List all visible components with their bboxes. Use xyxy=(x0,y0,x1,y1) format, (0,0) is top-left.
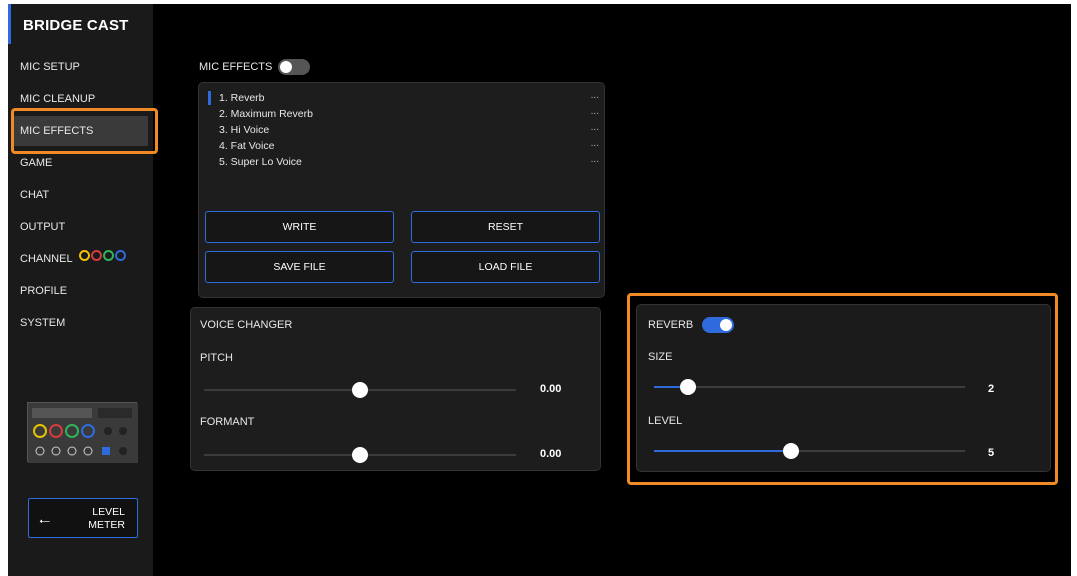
level-label: LEVEL xyxy=(648,415,683,427)
brand-header: BRIDGE CAST xyxy=(8,4,153,44)
preset-menu-icon[interactable]: ... xyxy=(591,106,599,117)
sidebar: BRIDGE CAST MIC SETUP MIC CLEANUP MIC EF… xyxy=(8,4,153,576)
preset-item[interactable]: 3. Hi Voice... xyxy=(219,122,599,138)
formant-label: FORMANT xyxy=(200,416,255,428)
preset-name: 3. Hi Voice xyxy=(219,124,270,136)
preset-item[interactable]: 4. Fat Voice... xyxy=(219,138,599,154)
reset-button[interactable]: RESET xyxy=(411,211,600,243)
mic-effects-label: MIC EFFECTS xyxy=(199,61,273,73)
sidebar-item-mic-cleanup[interactable]: MIC CLEANUP xyxy=(14,84,148,114)
preset-name: 2. Maximum Reverb xyxy=(219,108,313,120)
preset-name: 1. Reverb xyxy=(219,92,265,104)
pitch-value: 0.00 xyxy=(540,383,562,395)
level-meter-line2: METER xyxy=(88,519,125,531)
sidebar-item-chat[interactable]: CHAT xyxy=(14,180,148,210)
app-window: BRIDGE CAST MIC SETUP MIC CLEANUP MIC EF… xyxy=(8,4,1071,576)
formant-slider[interactable] xyxy=(204,447,516,463)
sidebar-item-profile[interactable]: PROFILE xyxy=(14,276,148,306)
size-slider[interactable] xyxy=(654,379,965,395)
toggle-knob xyxy=(280,61,292,73)
sidebar-item-label: MIC CLEANUP xyxy=(20,93,96,105)
reverb-label: REVERB xyxy=(648,319,694,331)
preset-menu-icon[interactable]: ... xyxy=(591,138,599,149)
channel-circle-icon xyxy=(115,249,127,261)
voice-changer-title: VOICE CHANGER xyxy=(200,319,293,331)
size-label: SIZE xyxy=(648,351,673,363)
pitch-slider[interactable] xyxy=(204,382,516,398)
toggle-knob xyxy=(720,319,732,331)
sidebar-item-label: CHANNEL xyxy=(20,253,73,265)
reverb-toggle[interactable] xyxy=(702,317,734,333)
save-file-button[interactable]: SAVE FILE xyxy=(205,251,394,283)
mixer-device-icon xyxy=(28,403,138,463)
preset-name: 5. Super Lo Voice xyxy=(219,156,302,168)
sidebar-item-label: OUTPUT xyxy=(20,221,66,233)
preset-menu-icon[interactable]: ... xyxy=(591,122,599,133)
load-file-button[interactable]: LOAD FILE xyxy=(411,251,600,283)
preset-menu-icon[interactable]: ... xyxy=(591,90,599,101)
slider-track xyxy=(654,386,965,388)
reverb-panel: REVERB SIZE 2 LEVEL 5 xyxy=(636,304,1051,472)
device-image xyxy=(27,402,138,463)
app-title: BRIDGE CAST xyxy=(23,17,129,34)
level-slider[interactable] xyxy=(654,443,965,459)
preset-item[interactable]: 2. Maximum Reverb... xyxy=(219,106,599,122)
preset-name: 4. Fat Voice xyxy=(219,140,275,152)
slider-fill xyxy=(654,450,791,452)
mic-effects-toggle[interactable] xyxy=(278,59,310,75)
preset-item[interactable]: 1. Reverb... xyxy=(219,90,599,106)
level-meter-line1: LEVEL xyxy=(92,506,125,518)
channel-circle-icon xyxy=(79,249,91,261)
pitch-label: PITCH xyxy=(200,352,233,364)
channel-color-icons xyxy=(79,243,127,273)
sidebar-item-output[interactable]: OUTPUT xyxy=(14,212,148,242)
formant-value: 0.00 xyxy=(540,448,562,460)
sidebar-item-mic-setup[interactable]: MIC SETUP xyxy=(14,52,148,82)
arrow-left-icon: 🠀 xyxy=(39,513,51,529)
level-meter-button[interactable]: 🠀 LEVEL METER xyxy=(28,498,138,538)
selected-indicator xyxy=(208,91,211,105)
channel-circle-icon xyxy=(91,249,103,261)
write-button[interactable]: WRITE xyxy=(205,211,394,243)
level-meter-label: LEVEL METER xyxy=(88,506,125,532)
slider-thumb[interactable] xyxy=(352,447,368,463)
sidebar-item-label: SYSTEM xyxy=(20,317,66,329)
sidebar-item-label: CHAT xyxy=(20,189,50,201)
sidebar-item-label: PROFILE xyxy=(20,285,68,297)
voice-changer-panel: VOICE CHANGER PITCH 0.00 FORMANT 0.00 xyxy=(190,307,601,471)
sidebar-item-label: MIC SETUP xyxy=(20,61,80,73)
sidebar-item-label: GAME xyxy=(20,157,53,169)
channel-circle-icon xyxy=(103,249,115,261)
slider-thumb[interactable] xyxy=(782,443,799,459)
sidebar-item-system[interactable]: SYSTEM xyxy=(14,308,148,338)
size-value: 2 xyxy=(988,383,995,395)
sidebar-item-mic-effects[interactable]: MIC EFFECTS xyxy=(14,116,148,146)
sidebar-item-channel[interactable]: CHANNEL xyxy=(14,244,148,274)
preset-item[interactable]: 5. Super Lo Voice... xyxy=(219,154,599,170)
slider-thumb[interactable] xyxy=(352,382,368,398)
sidebar-item-label: MIC EFFECTS xyxy=(20,125,94,137)
slider-thumb[interactable] xyxy=(680,379,697,395)
preset-list-panel: 1. Reverb... 2. Maximum Reverb... 3. Hi … xyxy=(198,82,605,298)
sidebar-item-game[interactable]: GAME xyxy=(14,148,148,178)
level-value: 5 xyxy=(988,447,995,459)
preset-menu-icon[interactable]: ... xyxy=(591,154,599,165)
